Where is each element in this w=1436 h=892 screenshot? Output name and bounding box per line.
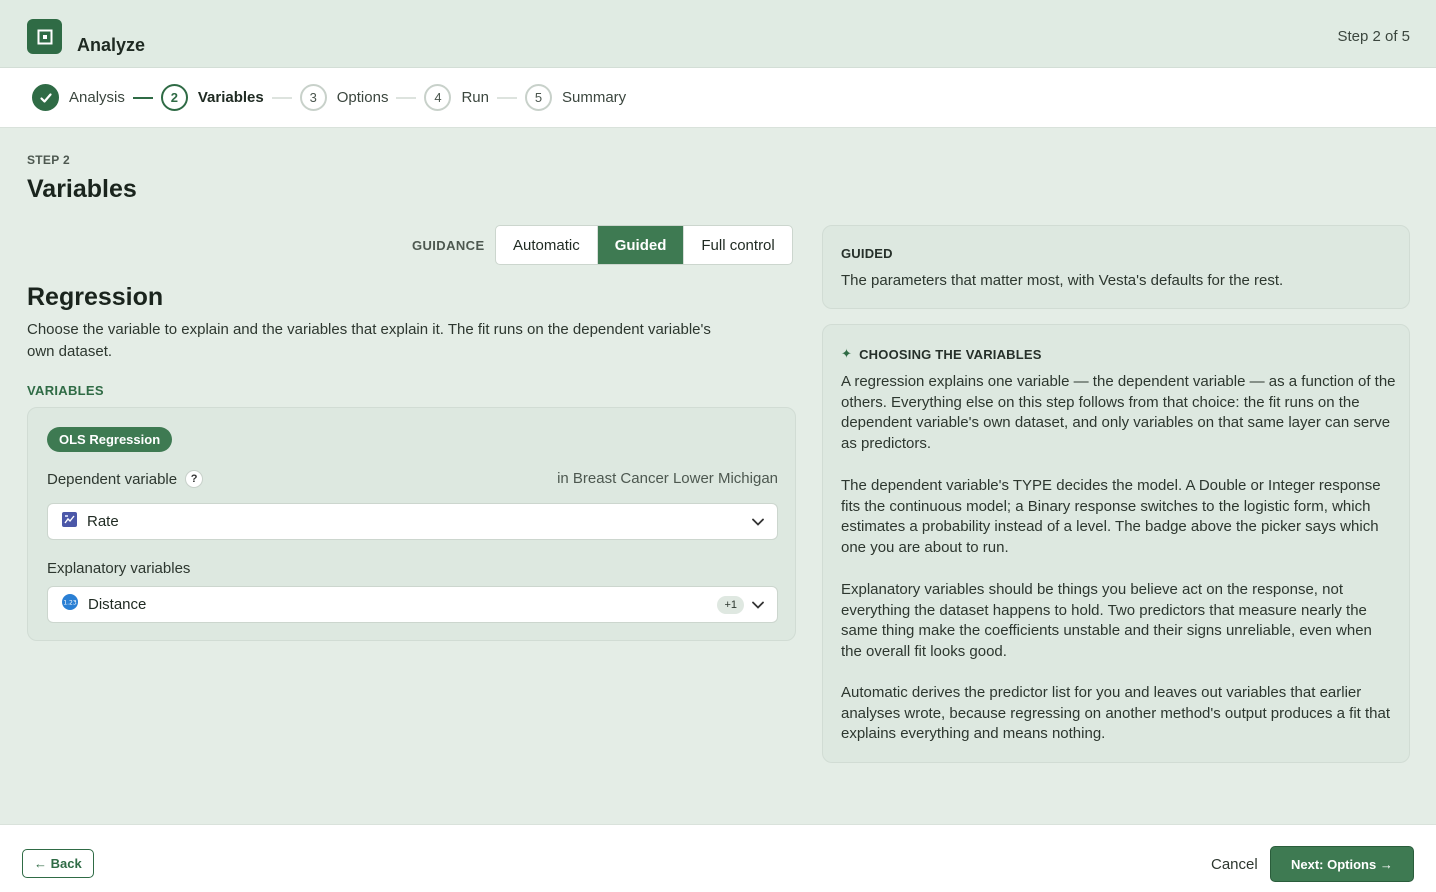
choosing-panel-title: CHOOSING THE VARIABLES bbox=[859, 346, 1042, 362]
extra-count-badge: +1 bbox=[717, 596, 744, 614]
explanatory-variable-value: Distance bbox=[88, 596, 147, 613]
dependent-variable-select[interactable]: Rate bbox=[47, 503, 778, 540]
app-logo-icon bbox=[27, 19, 62, 54]
help-icon[interactable]: ? bbox=[185, 470, 204, 488]
app-header: Analyze Step 2 of 5 bbox=[0, 0, 1436, 68]
number-icon-text: 1.23 bbox=[63, 600, 77, 607]
model-badge: OLS Regression bbox=[47, 427, 173, 452]
step-number: 3 bbox=[299, 84, 327, 111]
number-variable-icon: 1.23 bbox=[62, 594, 78, 615]
guidance-label: GUIDANCE bbox=[412, 238, 485, 253]
step-label: Analysis bbox=[69, 89, 125, 106]
step-number: 5 bbox=[524, 84, 552, 111]
step-summary[interactable]: 5 Summary bbox=[524, 84, 627, 111]
step-variables[interactable]: 2 Variables bbox=[160, 84, 264, 111]
cancel-button[interactable]: Cancel bbox=[1211, 856, 1258, 873]
step-counter: Step 2 of 5 bbox=[1337, 28, 1410, 45]
back-button[interactable]: ← Back bbox=[22, 849, 94, 878]
step-analysis[interactable]: Analysis bbox=[32, 84, 125, 111]
step-connector bbox=[496, 96, 517, 99]
dependent-variable-label: Dependent variable ? bbox=[47, 470, 204, 488]
step-label: Options bbox=[336, 89, 389, 106]
sparkle-icon: ✦ bbox=[841, 346, 853, 361]
step-eyebrow: STEP 2 bbox=[27, 153, 70, 167]
wizard-stepper: Analysis 2 Variables 3 Options 4 Run 5 S… bbox=[0, 68, 1436, 128]
guided-panel-title: GUIDED bbox=[841, 246, 893, 261]
step-label: Run bbox=[461, 89, 489, 106]
explanatory-variables-label: Explanatory variables bbox=[47, 560, 191, 577]
guidance-segmented-control: Automatic Guided Full control bbox=[495, 225, 793, 265]
section-title: Regression bbox=[27, 283, 164, 311]
dataset-note: in Breast Cancer Lower Michigan bbox=[557, 470, 778, 487]
rate-variable-icon bbox=[62, 511, 77, 532]
dependent-variable-value: Rate bbox=[87, 513, 119, 530]
step-number: 2 bbox=[160, 84, 188, 111]
choosing-variables-panel: ✦ CHOOSING THE VARIABLES A regression ex… bbox=[822, 324, 1410, 763]
choosing-paragraph-4: Automatic derives the predictor list for… bbox=[841, 684, 1391, 743]
variables-card: OLS Regression Dependent variable ? in B… bbox=[27, 407, 796, 641]
choosing-paragraph-3: Explanatory variables should be things y… bbox=[841, 581, 1372, 661]
check-icon bbox=[32, 84, 59, 111]
page-title: Variables bbox=[27, 175, 137, 203]
step-run[interactable]: 4 Run bbox=[424, 84, 489, 111]
next-options-button[interactable]: Next: Options → bbox=[1270, 846, 1414, 882]
chevron-down-icon bbox=[751, 598, 765, 617]
choosing-paragraph-1: A regression explains one variable — the… bbox=[841, 373, 1396, 453]
guidance-guided-button[interactable]: Guided bbox=[597, 226, 685, 264]
step-options[interactable]: 3 Options bbox=[299, 84, 389, 111]
step-label: Summary bbox=[561, 89, 627, 106]
chevron-down-icon bbox=[751, 515, 765, 534]
variables-heading: VARIABLES bbox=[27, 383, 104, 398]
guided-panel-text: The parameters that matter most, with Ve… bbox=[841, 272, 1284, 289]
app-title: Analyze bbox=[77, 35, 146, 55]
step-connector bbox=[396, 96, 417, 99]
step-connector bbox=[132, 96, 153, 99]
guided-info-panel: GUIDED The parameters that matter most, … bbox=[822, 225, 1410, 309]
step-label: Variables bbox=[197, 89, 264, 106]
guidance-full-control-button[interactable]: Full control bbox=[684, 226, 791, 264]
choosing-paragraph-2: The dependent variable's TYPE decides th… bbox=[841, 477, 1381, 557]
explanatory-variables-select[interactable]: 1.23 Distance +1 bbox=[47, 586, 778, 623]
wizard-footer: ← Back Cancel Next: Options → bbox=[0, 824, 1436, 892]
section-description: Choose the variable to explain and the v… bbox=[27, 321, 711, 360]
step-connector bbox=[271, 96, 292, 99]
dependent-variable-label-text: Dependent variable bbox=[47, 470, 178, 488]
guidance-automatic-button[interactable]: Automatic bbox=[496, 226, 598, 264]
step-number: 4 bbox=[424, 84, 452, 111]
choosing-panel-heading: ✦ CHOOSING THE VARIABLES bbox=[841, 346, 1042, 362]
